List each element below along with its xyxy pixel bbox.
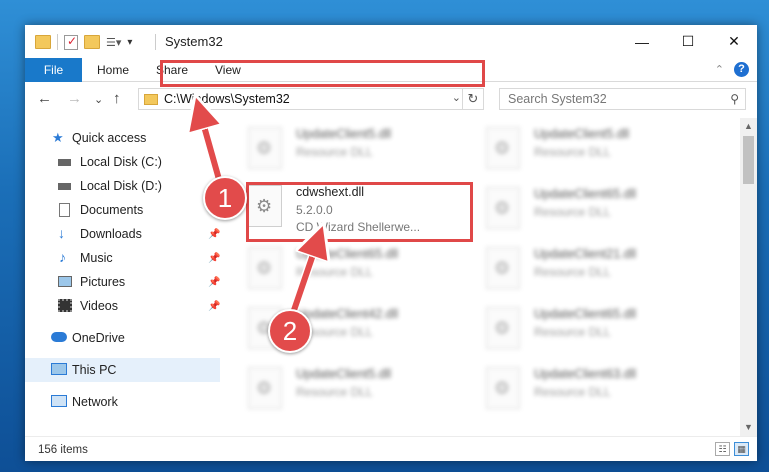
arrow-to-file	[289, 240, 318, 317]
annotation-arrows	[0, 0, 769, 321]
callout-step-2: 2	[268, 309, 312, 353]
callout-step-1: 1	[203, 176, 247, 220]
